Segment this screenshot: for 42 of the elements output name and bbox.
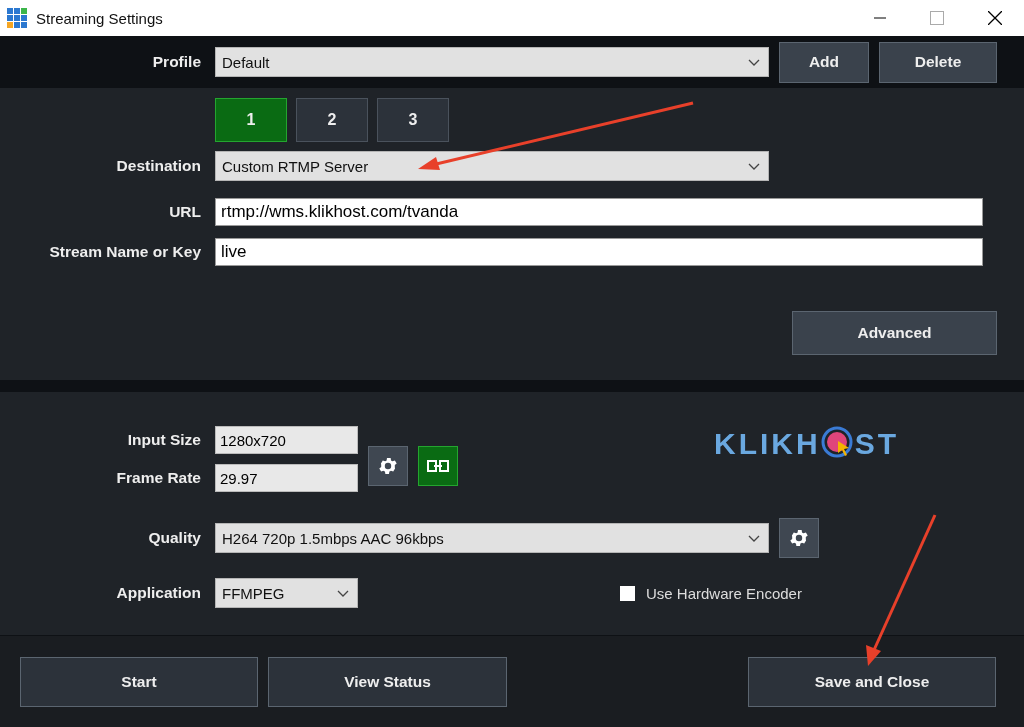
advanced-button[interactable]: Advanced <box>792 311 997 355</box>
tab[interactable]: 2 <box>296 98 368 142</box>
close-icon[interactable] <box>988 11 1002 25</box>
field-label: Profile <box>151 53 202 71</box>
field-label: Input Size <box>126 431 202 449</box>
application-dropdown[interactable]: FFMPEG <box>215 578 358 608</box>
caret-icon <box>337 589 349 597</box>
caret-icon <box>748 162 760 170</box>
tab[interactable]: 1 <box>215 98 287 142</box>
stream-key-field[interactable]: live <box>215 238 983 266</box>
delete-button[interactable]: Delete <box>879 41 997 83</box>
window-title: Streaming Settings <box>36 9 163 27</box>
quality-dropdown[interactable]: H264 720p 1.5mbps AAC 96kbps <box>215 523 769 553</box>
field-label: Frame Rate <box>115 469 202 487</box>
add-button[interactable]: Add <box>779 41 869 83</box>
frame-rate-field[interactable]: 29.97 <box>215 464 358 492</box>
field-label: Application <box>115 584 202 602</box>
start-button[interactable]: Start <box>20 656 258 707</box>
save-and-close-button[interactable]: Save and Close <box>748 656 996 707</box>
field-label: Quality <box>147 529 202 547</box>
tab[interactable]: 3 <box>377 98 449 142</box>
field-label: Destination <box>115 157 202 175</box>
caret-icon <box>748 534 760 542</box>
settings-icon <box>788 527 810 549</box>
settings-button[interactable] <box>368 446 408 486</box>
field-label: URL <box>168 203 202 221</box>
destination-dropdown[interactable]: Custom RTMP Server <box>215 151 769 181</box>
logo-text: ST <box>854 427 899 461</box>
view-status-button[interactable]: View Status <box>268 656 507 707</box>
checkbox-label: Use Hardware Encoder <box>646 584 802 602</box>
caret-icon <box>748 58 760 66</box>
link-icon <box>427 460 449 472</box>
url-field[interactable]: rtmp://wms.klikhost.com/tvanda <box>215 198 983 226</box>
app-grid-icon <box>7 8 27 28</box>
link-button[interactable] <box>418 446 458 486</box>
profile-dropdown[interactable]: Default <box>215 47 769 77</box>
settings-icon <box>377 455 399 477</box>
settings-button[interactable] <box>779 518 819 558</box>
input-size-field[interactable]: 1280x720 <box>215 426 358 454</box>
checkbox[interactable] <box>620 585 635 601</box>
logo-text: KLIKH <box>714 427 821 461</box>
field-label: Stream Name or Key <box>48 243 202 261</box>
